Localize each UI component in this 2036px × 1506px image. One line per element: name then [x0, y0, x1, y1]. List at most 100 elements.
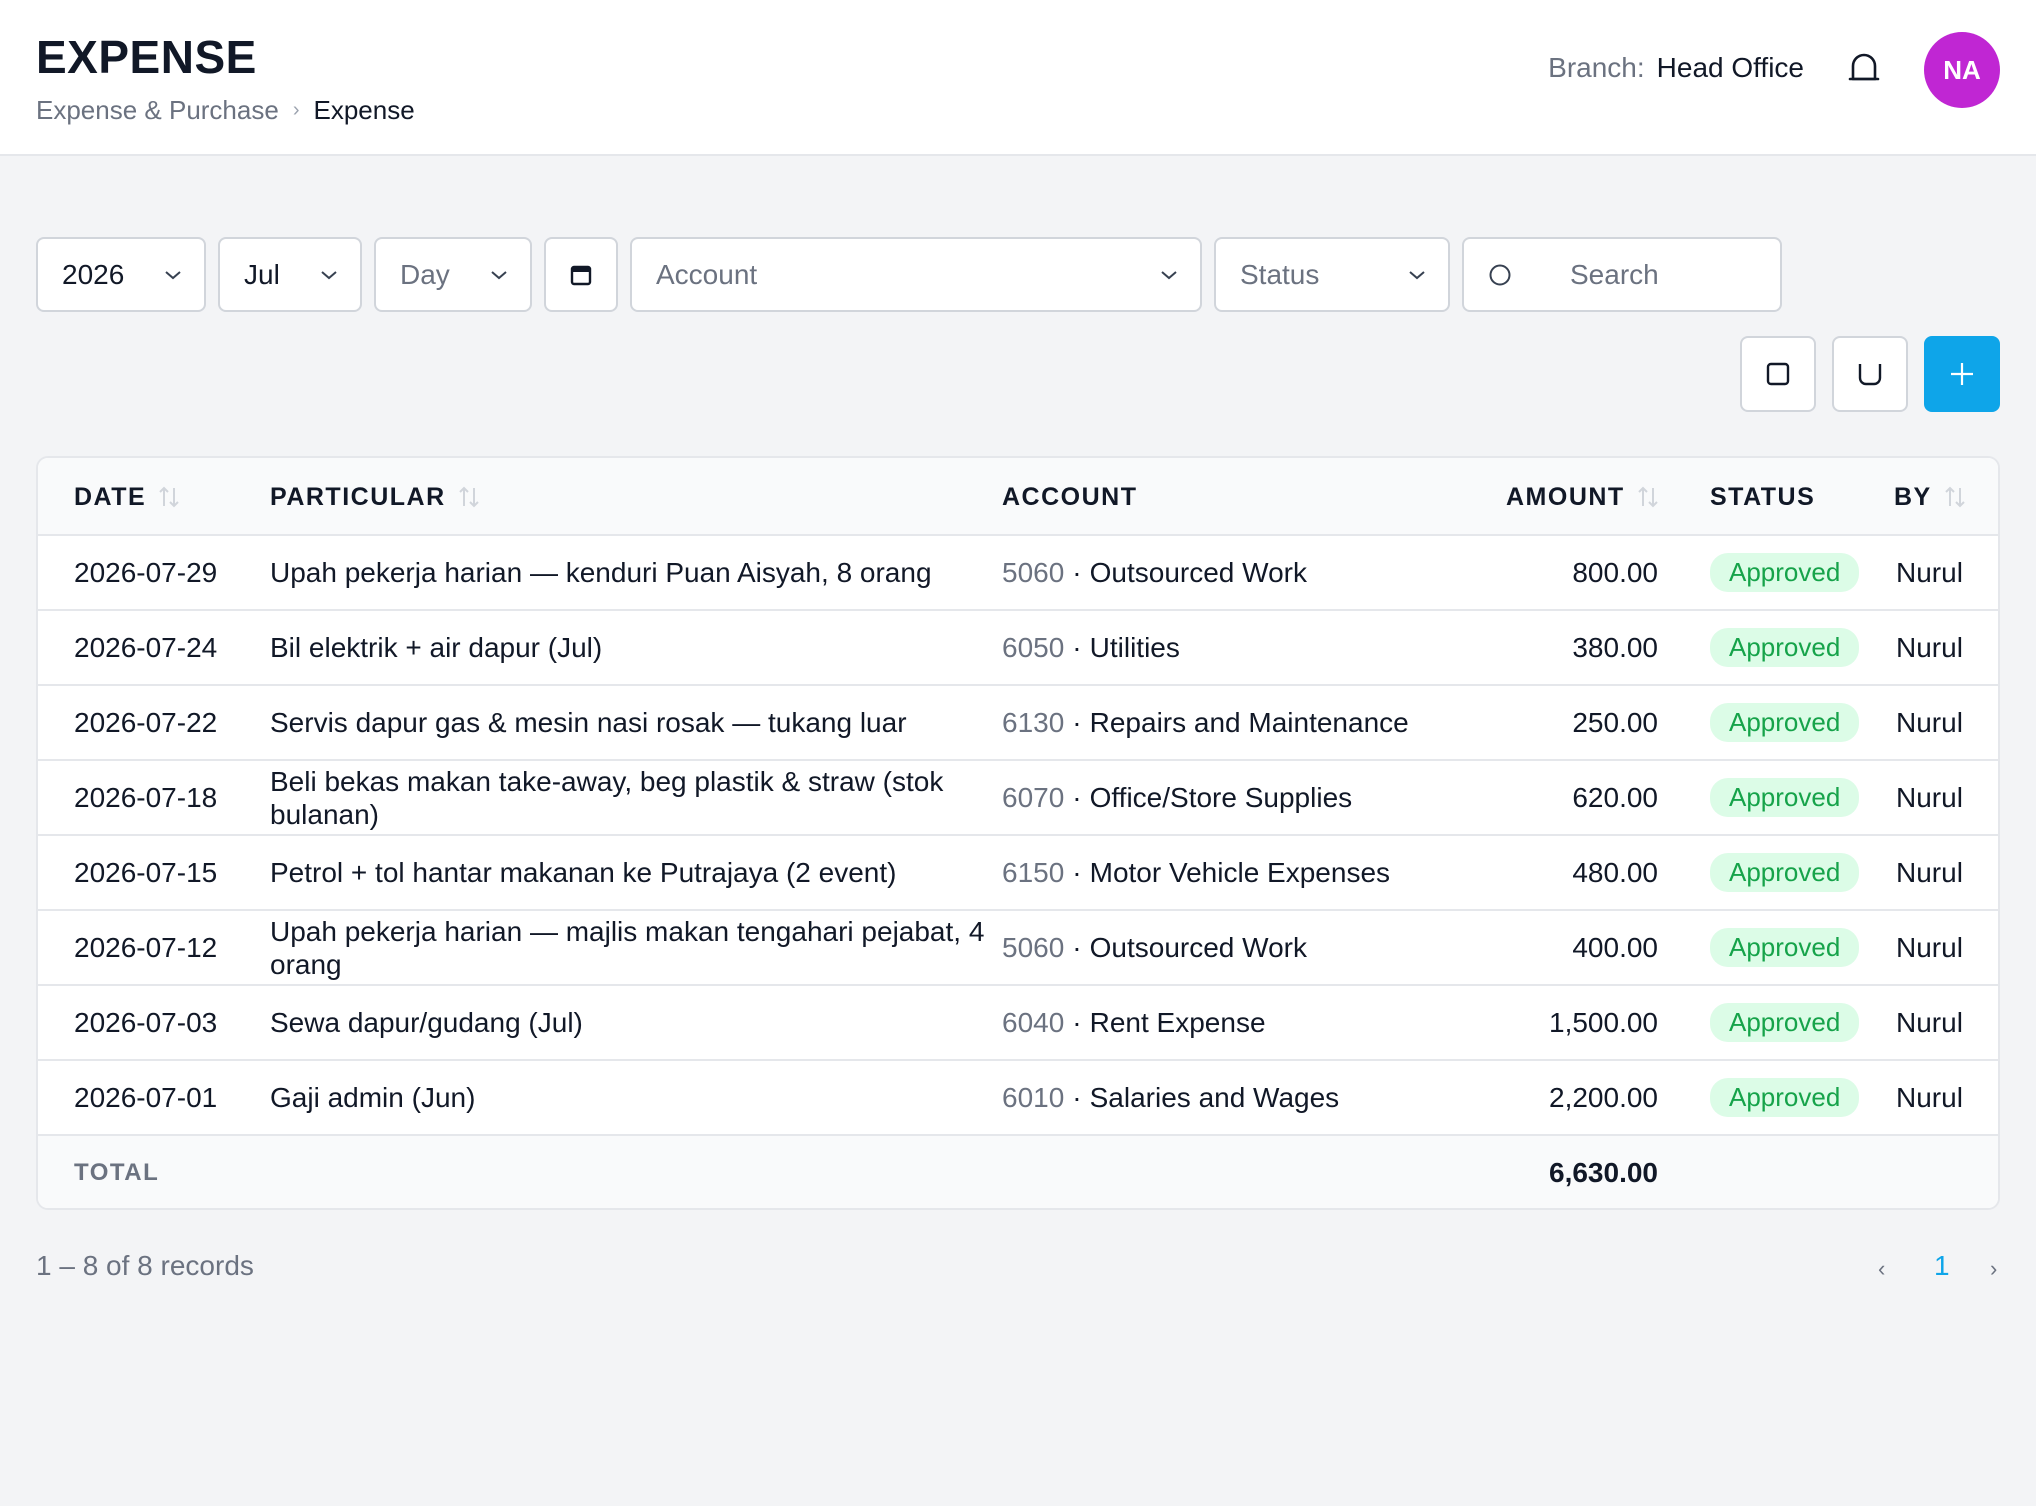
cell-account: 6150 · Motor Vehicle Expenses [1002, 857, 1391, 888]
square-icon [1766, 362, 1790, 386]
account-placeholder: Account [656, 258, 758, 290]
cell-amount: 2,200.00 [1549, 1082, 1658, 1113]
pagination-next-button[interactable]: › [1990, 1256, 1997, 1282]
pagination-page-1[interactable]: 1 [1934, 1250, 1950, 1282]
table-row[interactable]: 2026-07-12 Upah pekerja harian — majlis … [38, 911, 1998, 986]
column-header-date[interactable]: DATE [74, 458, 180, 536]
status-badge: Approved [1710, 928, 1860, 967]
column-header-date-label: DATE [74, 482, 147, 511]
day-placeholder: Day [400, 258, 450, 290]
account-code: 6070 [1002, 782, 1065, 813]
breadcrumb-separator: › [292, 99, 300, 121]
cell-status: Approved [1710, 611, 1860, 684]
sort-icon [458, 486, 479, 508]
cell-status: Approved [1710, 836, 1860, 909]
table-row[interactable]: 2026-07-22 Servis dapur gas & mesin nasi… [38, 686, 1998, 761]
column-header-status: STATUS [1710, 458, 1815, 536]
branch-selector[interactable]: Branch: Head Office [1548, 52, 1804, 84]
table-row[interactable]: 2026-07-01 Gaji admin (Jun) 6010 · Salarie… [38, 1061, 1998, 1136]
cell-account: 6050 · Utilities [1002, 632, 1180, 663]
column-header-by[interactable]: BY [1894, 458, 1966, 536]
account-code: 6040 [1002, 1007, 1065, 1038]
cell-by: Nurul [1896, 707, 1963, 738]
cell-date: 2026-07-18 [74, 782, 218, 813]
cell-by: Nurul [1896, 932, 1963, 963]
column-header-particular[interactable]: PARTICULAR [270, 458, 480, 536]
sort-icon [1638, 486, 1658, 508]
account-name: Office/Store Supplies [1089, 782, 1353, 813]
chevron-down-icon [1161, 270, 1177, 279]
top-header: EXPENSE Expense & Purchase › Expense Bra… [0, 0, 2036, 156]
cell-by: Nurul [1896, 857, 1963, 888]
cell-particular: Sewa dapur/gudang (Jul) [270, 1007, 583, 1038]
cell-by: Nurul [1896, 1007, 1963, 1038]
cell-particular: Beli bekas makan take-away, beg plastik … [270, 765, 944, 830]
chevron-down-icon [491, 270, 507, 279]
cell-particular: Upah pekerja harian — majlis makan tenga… [270, 915, 985, 980]
search-input[interactable]: Search [1462, 237, 1782, 312]
column-header-account-label: ACCOUNT [1002, 482, 1138, 511]
cell-amount: 1,500.00 [1549, 1007, 1658, 1038]
pagination-prev-button[interactable]: ‹ [1878, 1256, 1885, 1282]
account-code: 6150 [1002, 857, 1065, 888]
account-code: 5060 [1002, 932, 1065, 963]
account-name: Repairs and Maintenance [1089, 707, 1409, 738]
cell-amount: 380.00 [1572, 632, 1658, 663]
cell-particular: Upah pekerja harian — kenduri Puan Aisya… [270, 557, 932, 588]
column-header-by-label: BY [1894, 482, 1932, 511]
cell-date: 2026-07-03 [74, 1007, 218, 1038]
table-row[interactable]: 2026-07-18 Beli bekas makan take-away, b… [38, 761, 1998, 836]
status-badge: Approved [1710, 1078, 1860, 1117]
column-header-account: ACCOUNT [1002, 458, 1138, 536]
column-header-amount[interactable]: AMOUNT [1506, 458, 1659, 536]
cell-by: Nurul [1896, 782, 1963, 813]
cell-amount: 400.00 [1572, 932, 1658, 963]
cell-amount: 800.00 [1572, 557, 1658, 588]
table-row[interactable]: 2026-07-03 Sewa dapur/gudang (Jul) 6040 ·… [38, 986, 1998, 1061]
column-header-amount-label: AMOUNT [1506, 482, 1625, 511]
export-button[interactable] [1832, 336, 1908, 412]
account-code: 5060 [1002, 557, 1065, 588]
cell-date: 2026-07-22 [74, 707, 218, 738]
cell-amount: 250.00 [1572, 707, 1658, 738]
branch-value: Head Office [1656, 52, 1804, 83]
cell-particular: Servis dapur gas & mesin nasi rosak — tu… [270, 707, 907, 738]
account-code: 6130 [1002, 707, 1065, 738]
breadcrumb-item-expense-purchase[interactable]: Expense & Purchase [36, 95, 279, 126]
columns-button[interactable] [1740, 336, 1816, 412]
search-placeholder: Search [1570, 258, 1659, 290]
cell-by: Nurul [1896, 1082, 1963, 1113]
status-select[interactable]: Status [1214, 237, 1450, 312]
cell-date: 2026-07-15 [74, 857, 218, 888]
table-row[interactable]: 2026-07-15 Petrol + tol hantar makanan k… [38, 836, 1998, 911]
account-name: Rent Expense [1089, 1007, 1266, 1038]
column-header-status-label: STATUS [1710, 482, 1816, 511]
cell-date: 2026-07-12 [74, 932, 218, 963]
cell-account: 6010 · Salaries and Wages [1002, 1082, 1340, 1113]
status-badge: Approved [1710, 1003, 1860, 1042]
year-select[interactable]: 2026 [36, 237, 206, 312]
month-select[interactable]: Jul [218, 237, 362, 312]
table-row[interactable]: 2026-07-29 Upah pekerja harian — kenduri… [38, 536, 1998, 611]
breadcrumb-item-expense: Expense [313, 95, 415, 125]
calendar-button[interactable] [544, 237, 618, 312]
chevron-down-icon [165, 270, 181, 279]
total-row: TOTAL 6,630.00 [38, 1136, 1998, 1208]
cell-account: 5060 · Outsourced Work [1002, 557, 1307, 588]
tray-icon [1858, 364, 1882, 386]
avatar[interactable]: NA [1924, 32, 2000, 108]
notification-bell-icon[interactable] [1847, 52, 1881, 86]
chevron-down-icon [321, 270, 337, 279]
page-title: EXPENSE [36, 31, 257, 83]
account-name: Utilities [1089, 632, 1180, 663]
add-expense-button[interactable] [1924, 336, 2000, 412]
records-count: 1 – 8 of 8 records [36, 1250, 254, 1281]
cell-status: Approved [1710, 1061, 1860, 1134]
cell-amount: 620.00 [1572, 782, 1658, 813]
account-select[interactable]: Account [630, 237, 1202, 312]
cell-account: 5060 · Outsourced Work [1002, 932, 1307, 963]
day-select[interactable]: Day [374, 237, 532, 312]
plus-icon [1951, 363, 1973, 385]
table-row[interactable]: 2026-07-24 Bil elektrik + air dapur (Jul… [38, 611, 1998, 686]
cell-status: Approved [1710, 686, 1860, 759]
